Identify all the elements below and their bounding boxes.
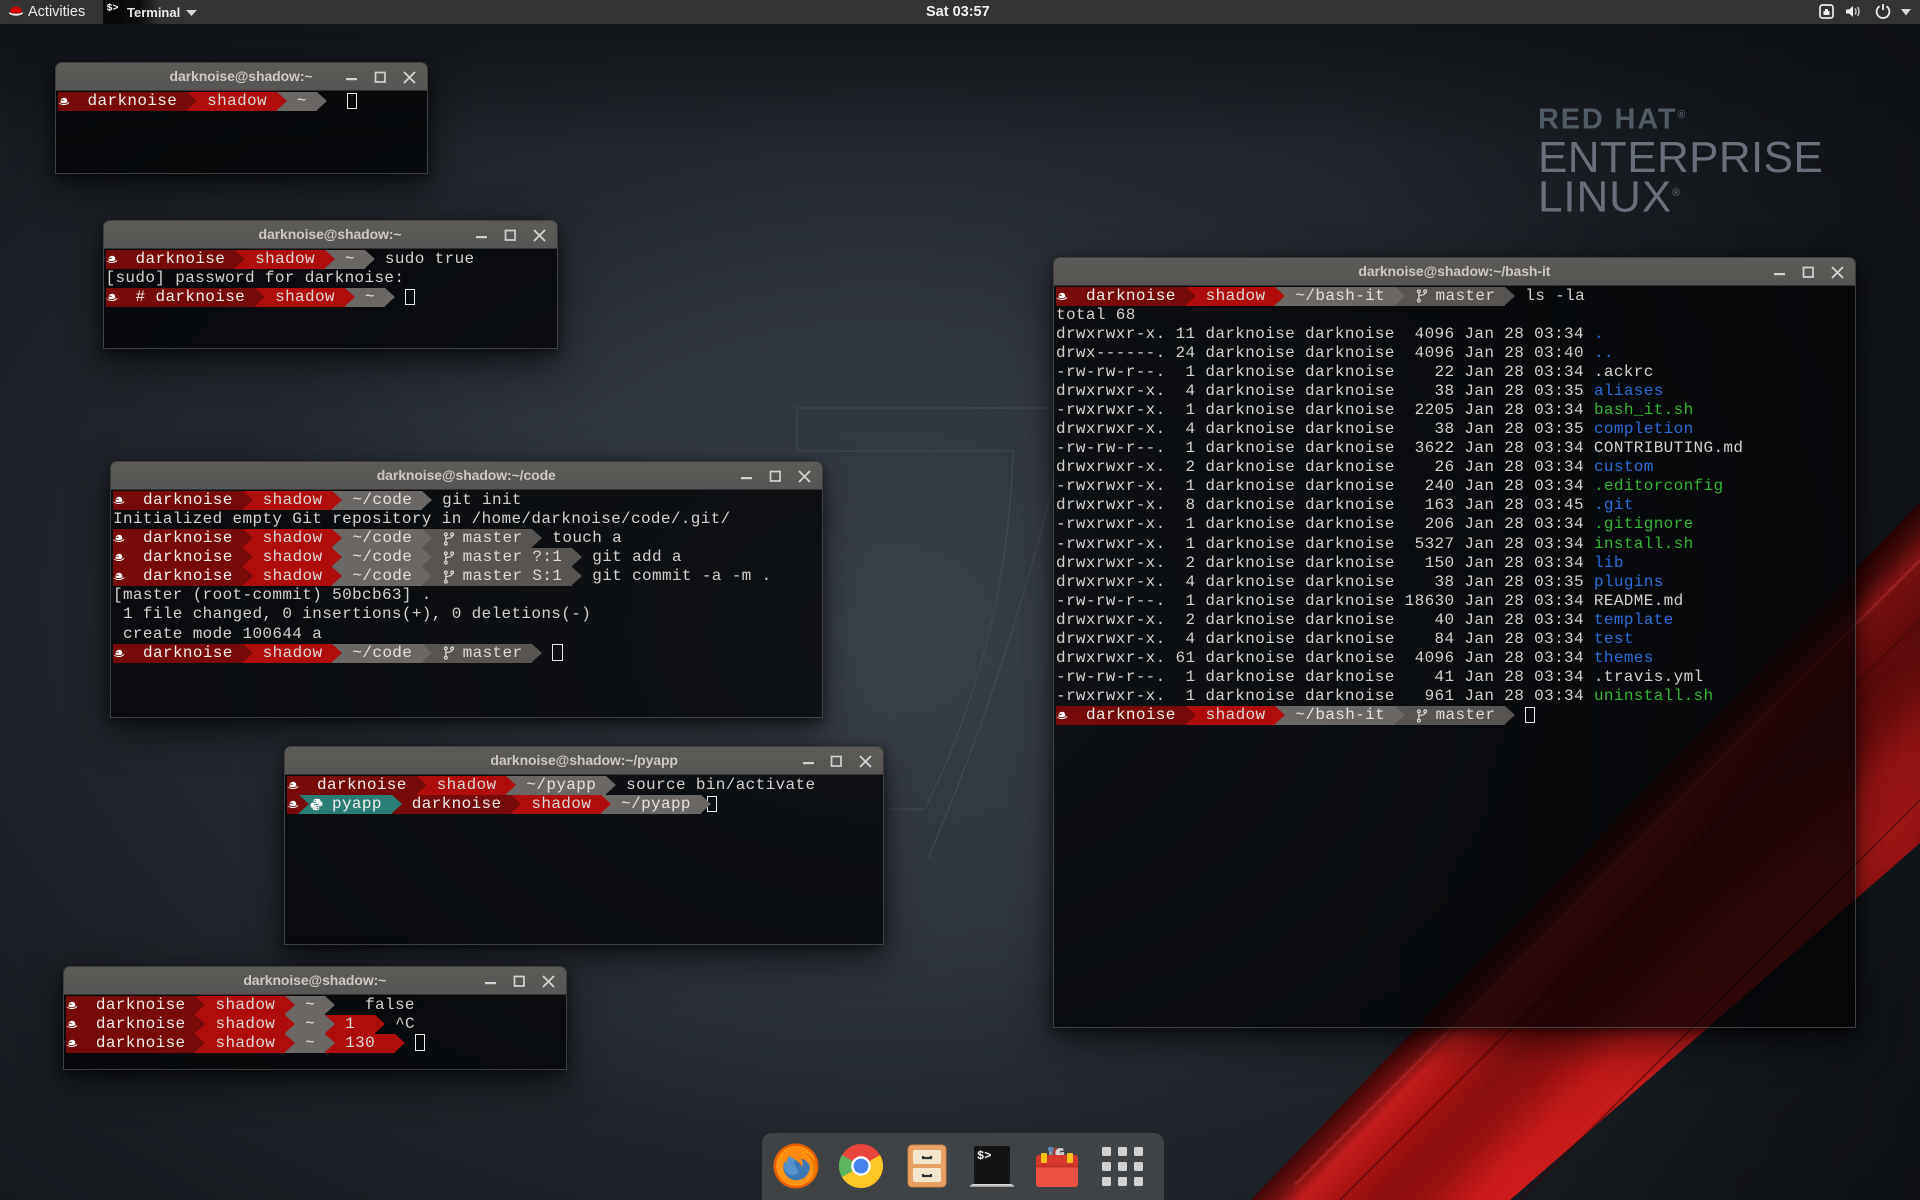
svg-text:$>: $> <box>977 1149 991 1163</box>
svg-text:$>: $> <box>107 3 119 15</box>
